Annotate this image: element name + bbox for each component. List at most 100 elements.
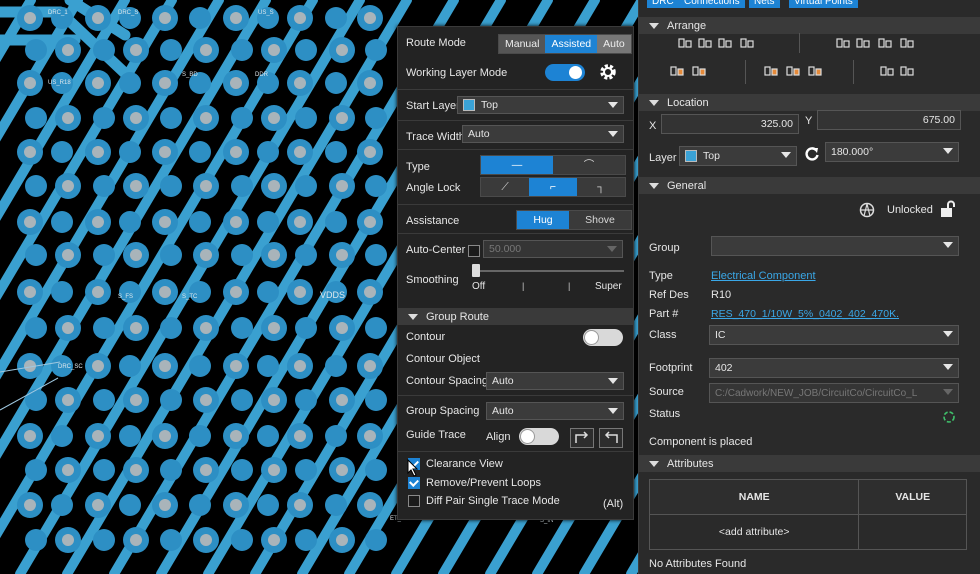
guide-trace-label: Guide Trace [406, 429, 466, 441]
group-spacing-dropdown[interactable]: Auto [486, 402, 624, 420]
stack-icon[interactable] [807, 64, 823, 78]
tab-drc[interactable]: DRC [647, 0, 679, 8]
diff-pair-option[interactable]: Diff Pair Single Trace Mode [408, 495, 560, 507]
group-icon[interactable] [763, 64, 779, 78]
trace-width-dropdown[interactable]: Auto [462, 125, 624, 143]
rotate-icon[interactable] [691, 64, 707, 78]
assistance-shove[interactable]: Shove [569, 211, 631, 229]
pcb-via-hole [159, 286, 171, 298]
general-header[interactable]: General [639, 177, 980, 194]
arrange-icon[interactable] [785, 64, 801, 78]
chevron-down-icon [608, 408, 618, 414]
smoothing-slider-handle[interactable] [472, 264, 480, 277]
tab-nets[interactable]: Nets [749, 0, 780, 8]
route-mode-manual[interactable]: Manual [499, 35, 546, 53]
remove-loops-option[interactable]: Remove/Prevent Loops [408, 477, 541, 489]
layer-value: Top [703, 150, 720, 162]
start-layer-dropdown[interactable]: Top [457, 96, 624, 114]
no-attributes-text: No Attributes Found [649, 558, 747, 570]
auto-center-dropdown[interactable]: 50.000 [483, 240, 623, 258]
route-mode-auto[interactable]: Auto [597, 35, 631, 53]
rotation-dropdown[interactable]: 180.000° [825, 142, 959, 162]
pcb-via-hole [200, 322, 212, 334]
pcb-via-hole [62, 44, 74, 56]
y-input[interactable]: 675.00 [817, 110, 961, 130]
pcb-via-hole [364, 360, 376, 372]
align-right-icon[interactable] [877, 36, 893, 50]
pcb-via-hole [130, 534, 142, 546]
align-toggle[interactable] [519, 428, 559, 445]
angle-90-button[interactable]: ┐ [577, 178, 625, 196]
name-column-header: NAME [648, 479, 860, 515]
tab-virtual-points[interactable]: Virtual Points [789, 0, 858, 8]
location-header[interactable]: Location [639, 94, 980, 111]
angle-lock-selector: ⟋ ⌐ ┐ [480, 177, 626, 197]
clearance-view-option[interactable]: Clearance View [408, 458, 503, 470]
pcb-pad [93, 107, 115, 129]
type-link[interactable]: Electrical Component [711, 270, 816, 282]
pcb-via-hole [159, 77, 171, 89]
add-attribute-cell[interactable]: <add attribute> [648, 514, 860, 550]
pcb-via-hole [159, 12, 171, 24]
pcb-via-hole [294, 430, 306, 442]
type-arc-button[interactable]: ⌒ [553, 156, 625, 174]
pcb-via-hole [62, 394, 74, 406]
select-icon[interactable] [879, 64, 895, 78]
x-input[interactable]: 325.00 [661, 114, 799, 134]
align-bottom-icon[interactable] [717, 36, 733, 50]
remove-loops-checkbox[interactable] [408, 477, 420, 489]
class-value: IC [715, 329, 726, 341]
contour-label: Contour [406, 331, 446, 343]
contour-object-label: Contour Object [406, 353, 480, 365]
rotate-icon[interactable] [804, 146, 820, 162]
align-middle-icon[interactable] [697, 36, 713, 50]
pcb-via-hole [159, 360, 171, 372]
tab-connections[interactable]: Connections [679, 0, 745, 8]
attributes-table: NAME VALUE <add attribute> [648, 479, 967, 550]
fit-icon[interactable] [899, 64, 915, 78]
guide-trace-left-button[interactable] [570, 428, 594, 448]
type-line-button[interactable]: — [481, 156, 553, 174]
layer-dropdown[interactable]: Top [679, 146, 797, 166]
contour-spacing-dropdown[interactable]: Auto [486, 372, 624, 390]
class-dropdown[interactable]: IC [709, 325, 959, 345]
start-layer-label: Start Layer [406, 100, 460, 112]
pcb-pad [25, 107, 47, 129]
source-dropdown[interactable]: C:/Cadwork/NEW_JOB/CircuitCo/CircuitCo_L [709, 383, 959, 403]
diff-pair-checkbox[interactable] [408, 495, 420, 507]
smoothing-slider[interactable] [474, 270, 624, 272]
route-mode-assisted[interactable]: Assisted [545, 35, 598, 53]
pcb-via-hole [92, 77, 104, 89]
working-layer-mode-toggle[interactable] [545, 64, 585, 81]
contour-toggle[interactable] [583, 329, 623, 346]
pcb-pad [325, 211, 347, 233]
part-link[interactable]: RES_470_1/10W_5%_0402_402_470K. [711, 308, 899, 320]
distribute-icon[interactable] [739, 36, 755, 50]
pcb-pad [119, 355, 141, 377]
pcb-pad [257, 494, 279, 516]
pcb-via-hole [364, 146, 376, 158]
pcb-pad [160, 317, 182, 339]
align-top-icon[interactable] [677, 36, 693, 50]
pcb-pad [25, 317, 47, 339]
chevron-down-icon [943, 242, 953, 248]
align-center-icon[interactable] [855, 36, 871, 50]
attributes-header[interactable]: Attributes [639, 455, 980, 472]
distribute-h-icon[interactable] [899, 36, 915, 50]
angle-45-button[interactable]: ⌐ [529, 178, 577, 196]
align-left-icon[interactable] [835, 36, 851, 50]
unlock-icon[interactable] [939, 200, 957, 218]
attribute-value-cell[interactable] [858, 514, 967, 550]
assistance-hug[interactable]: Hug [517, 211, 569, 229]
gear-icon[interactable] [597, 61, 619, 83]
flip-icon[interactable] [669, 64, 685, 78]
guide-trace-right-button[interactable] [599, 428, 623, 448]
arrange-header[interactable]: Arrange [639, 17, 980, 34]
group-route-header[interactable]: Group Route [398, 308, 633, 325]
auto-center-checkbox[interactable] [468, 245, 480, 257]
footprint-dropdown[interactable]: 402 [709, 358, 959, 378]
group-dropdown[interactable] [711, 236, 959, 256]
pcb-pad [295, 459, 317, 481]
arrange-title: Arrange [667, 19, 707, 32]
angle-any-button[interactable]: ⟋ [481, 178, 529, 196]
